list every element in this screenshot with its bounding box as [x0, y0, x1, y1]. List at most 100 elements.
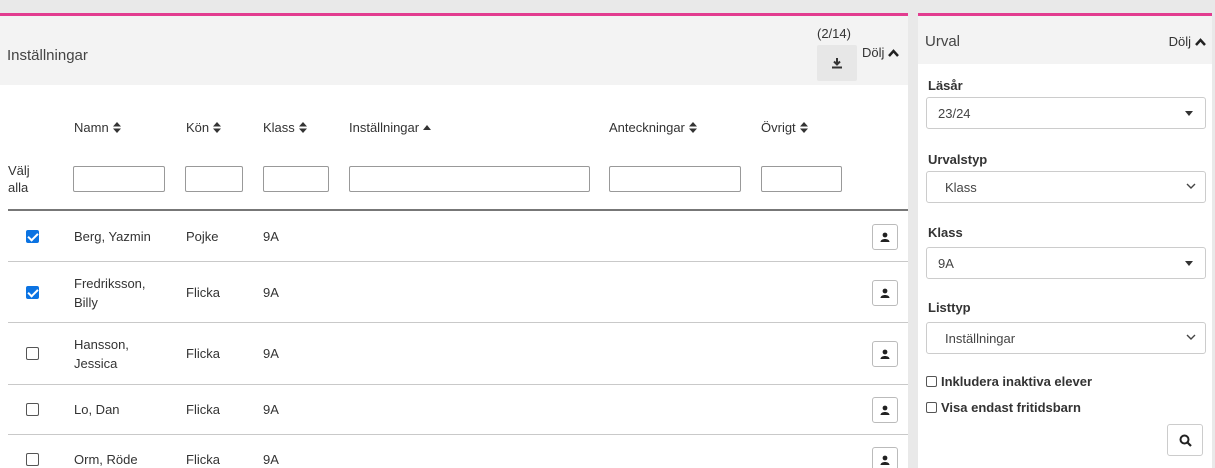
class-value: 9A	[938, 255, 954, 271]
student-profile-button[interactable]	[872, 224, 898, 250]
caret-down-icon	[1185, 261, 1193, 266]
selection-panel-header: Urval Dölj	[918, 16, 1212, 64]
column-header-notes[interactable]: Anteckningar	[609, 120, 697, 135]
table-row: Orm, Röde Flicka 9A	[8, 434, 908, 468]
student-gender: Flicka	[186, 402, 220, 417]
checkbox-box	[926, 376, 937, 387]
download-icon	[832, 58, 842, 69]
chevron-up-icon	[888, 48, 900, 57]
column-header-name[interactable]: Namn	[74, 120, 121, 135]
row-checkbox[interactable]	[26, 286, 39, 299]
chevron-down-icon	[1186, 183, 1196, 189]
only-leisure-checkbox[interactable]: Visa endast fritidsbarn	[926, 400, 1081, 415]
settings-panel: Inställningar (2/14) Dölj Namn Kön Klass…	[0, 13, 908, 468]
sort-icon	[688, 122, 697, 133]
panel-title: Inställningar	[7, 47, 88, 64]
column-header-name-label: Namn	[74, 120, 109, 135]
list-type-select[interactable]: Inställningar	[926, 322, 1206, 354]
person-icon	[880, 349, 890, 359]
search-icon	[1179, 434, 1192, 447]
student-name: Orm, Röde	[74, 452, 138, 467]
sort-icon	[799, 122, 808, 133]
student-class: 9A	[263, 402, 279, 417]
row-checkbox[interactable]	[26, 403, 39, 416]
sort-icon	[298, 122, 307, 133]
student-profile-button[interactable]	[872, 397, 898, 423]
other-filter-input[interactable]	[761, 166, 842, 192]
table-row: Lo, Dan Flicka 9A	[8, 384, 908, 434]
student-class: 9A	[263, 285, 279, 300]
table-row: Hansson, Jessica Flicka 9A	[8, 322, 908, 384]
hide-label: Dölj	[1168, 34, 1191, 49]
student-gender: Flicka	[186, 346, 220, 361]
list-type-value: Inställningar	[945, 330, 1016, 346]
only-leisure-label: Visa endast fritidsbarn	[941, 400, 1081, 415]
school-year-value: 23/24	[938, 105, 971, 121]
selection-type-label: Urvalstyp	[928, 152, 988, 167]
panel-title: Urval	[925, 33, 961, 50]
settings-filter-input[interactable]	[349, 166, 590, 192]
sort-icon	[213, 122, 222, 133]
select-all-link[interactable]: Välj alla	[8, 162, 44, 196]
selection-panel: Urval Dölj Läsår 23/24 Urvalstyp Klass K…	[918, 13, 1212, 468]
student-gender: Flicka	[186, 452, 220, 467]
table-row: Berg, Yazmin Pojke 9A	[8, 212, 908, 261]
row-checkbox[interactable]	[26, 347, 39, 360]
row-checkbox[interactable]	[26, 230, 39, 243]
hide-label: Dölj	[862, 45, 885, 60]
student-class: 9A	[263, 229, 279, 244]
person-icon	[880, 288, 890, 298]
column-header-gender[interactable]: Kön	[186, 120, 222, 135]
include-inactive-checkbox[interactable]: Inkludera inaktiva elever	[926, 374, 1092, 389]
include-inactive-label: Inkludera inaktiva elever	[941, 374, 1093, 389]
column-header-other[interactable]: Övrigt	[761, 120, 808, 135]
hide-selection-toggle[interactable]: Dölj	[1169, 34, 1206, 49]
download-button[interactable]	[817, 45, 857, 81]
hide-settings-toggle[interactable]: Dölj	[862, 45, 900, 60]
school-year-dropdown[interactable]: 23/24	[926, 97, 1206, 129]
chevron-down-icon	[1186, 334, 1196, 340]
sort-icon	[112, 122, 121, 133]
student-name: Hansson, Jessica	[74, 337, 129, 371]
person-icon	[880, 232, 890, 242]
column-header-gender-label: Kön	[186, 120, 210, 135]
person-icon	[880, 405, 890, 415]
column-header-class[interactable]: Klass	[263, 120, 307, 135]
student-name: Lo, Dan	[74, 402, 120, 417]
column-header-class-label: Klass	[263, 120, 295, 135]
row-checkbox[interactable]	[26, 453, 39, 466]
column-header-settings[interactable]: Inställningar	[349, 120, 432, 135]
class-dropdown[interactable]: 9A	[926, 247, 1206, 279]
checkbox-box	[926, 402, 937, 413]
student-class: 9A	[263, 452, 279, 467]
school-year-label: Läsår	[928, 78, 963, 93]
class-label: Klass	[928, 225, 963, 240]
chevron-up-icon	[1195, 37, 1206, 46]
student-profile-button[interactable]	[872, 447, 898, 468]
gender-filter-input[interactable]	[185, 166, 243, 192]
settings-panel-header: Inställningar (2/14) Dölj	[0, 16, 908, 85]
class-filter-input[interactable]	[263, 166, 329, 192]
table-row: Fredriksson, Billy Flicka 9A	[8, 261, 908, 322]
selection-type-value: Klass	[945, 179, 977, 195]
column-header-settings-label: Inställningar	[349, 120, 420, 135]
name-filter-input[interactable]	[73, 166, 165, 192]
selection-type-select[interactable]: Klass	[926, 171, 1206, 203]
person-icon	[880, 455, 890, 465]
sort-asc-icon	[423, 124, 432, 130]
column-header-notes-label: Anteckningar	[609, 120, 685, 135]
student-name: Fredriksson, Billy	[74, 276, 146, 310]
list-type-label: Listtyp	[928, 300, 971, 315]
student-gender: Pojke	[186, 229, 219, 244]
student-gender: Flicka	[186, 285, 220, 300]
column-header-other-label: Övrigt	[761, 120, 796, 135]
notes-filter-input[interactable]	[609, 166, 741, 192]
student-class: 9A	[263, 346, 279, 361]
student-profile-button[interactable]	[872, 341, 898, 367]
selection-count: (2/14)	[817, 26, 851, 41]
student-name: Berg, Yazmin	[74, 229, 151, 244]
caret-down-icon	[1185, 111, 1193, 116]
search-button[interactable]	[1167, 424, 1203, 456]
student-profile-button[interactable]	[872, 280, 898, 306]
header-divider	[8, 209, 908, 211]
